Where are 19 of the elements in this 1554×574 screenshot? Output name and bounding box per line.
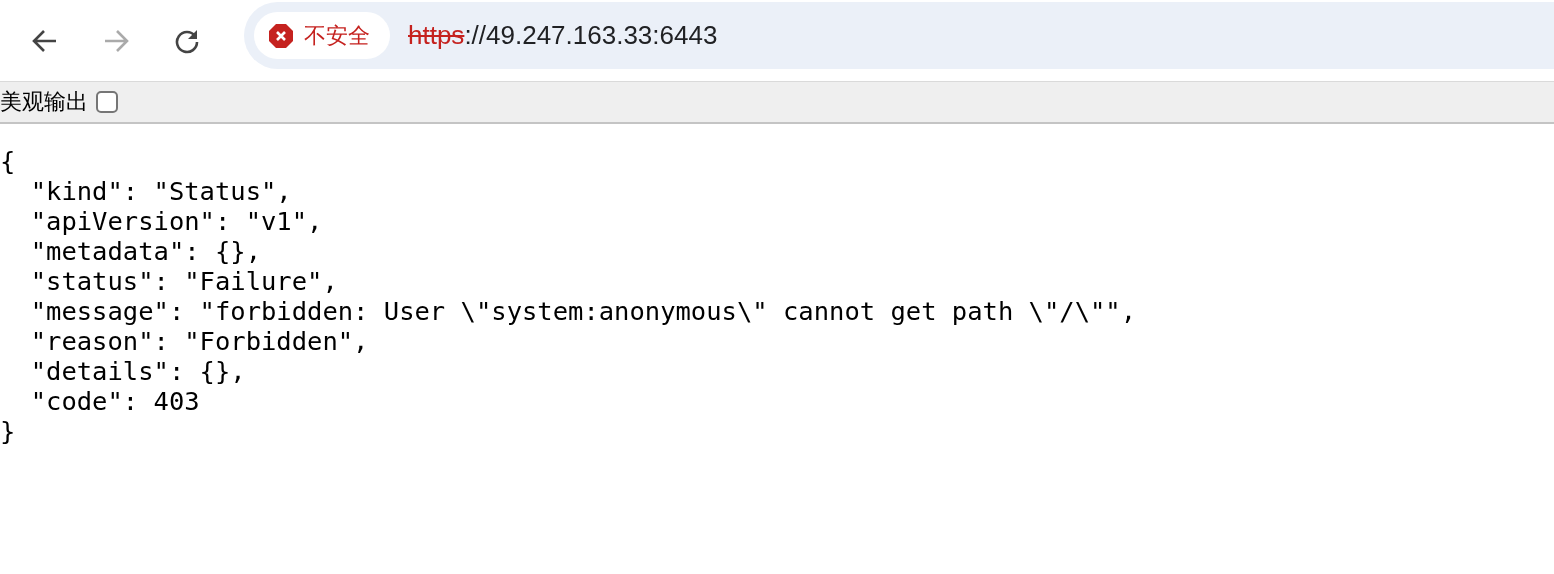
pretty-print-label: 美观输出 [0, 88, 88, 116]
address-bar[interactable]: 不安全 https://49.247.163.33:6443 [244, 2, 1554, 69]
code-line: "metadata": {}, [29, 236, 261, 266]
pretty-print-checkbox[interactable] [96, 91, 118, 113]
code-line: } [0, 416, 16, 446]
code-line: "reason": "Forbidden", [29, 326, 369, 356]
security-chip[interactable]: 不安全 [254, 12, 390, 59]
forward-arrow-icon [103, 28, 129, 53]
back-arrow-icon [32, 28, 58, 53]
code-line: "kind": "Status", [29, 176, 292, 206]
address-text: https://49.247.163.33:6443 [408, 20, 718, 51]
security-label: 不安全 [304, 21, 370, 50]
code-line: "status": "Failure", [29, 266, 338, 296]
code-line: { [0, 146, 16, 176]
code-line: "details": {}, [29, 356, 246, 386]
error-icon [268, 22, 294, 49]
code-line: "code": 403 [29, 386, 200, 416]
code-line: "message": "forbidden: User \"system:anonymous\" cannot get path \"/\"", [29, 296, 1137, 326]
code-line: "apiVersion": "v1", [29, 206, 323, 236]
